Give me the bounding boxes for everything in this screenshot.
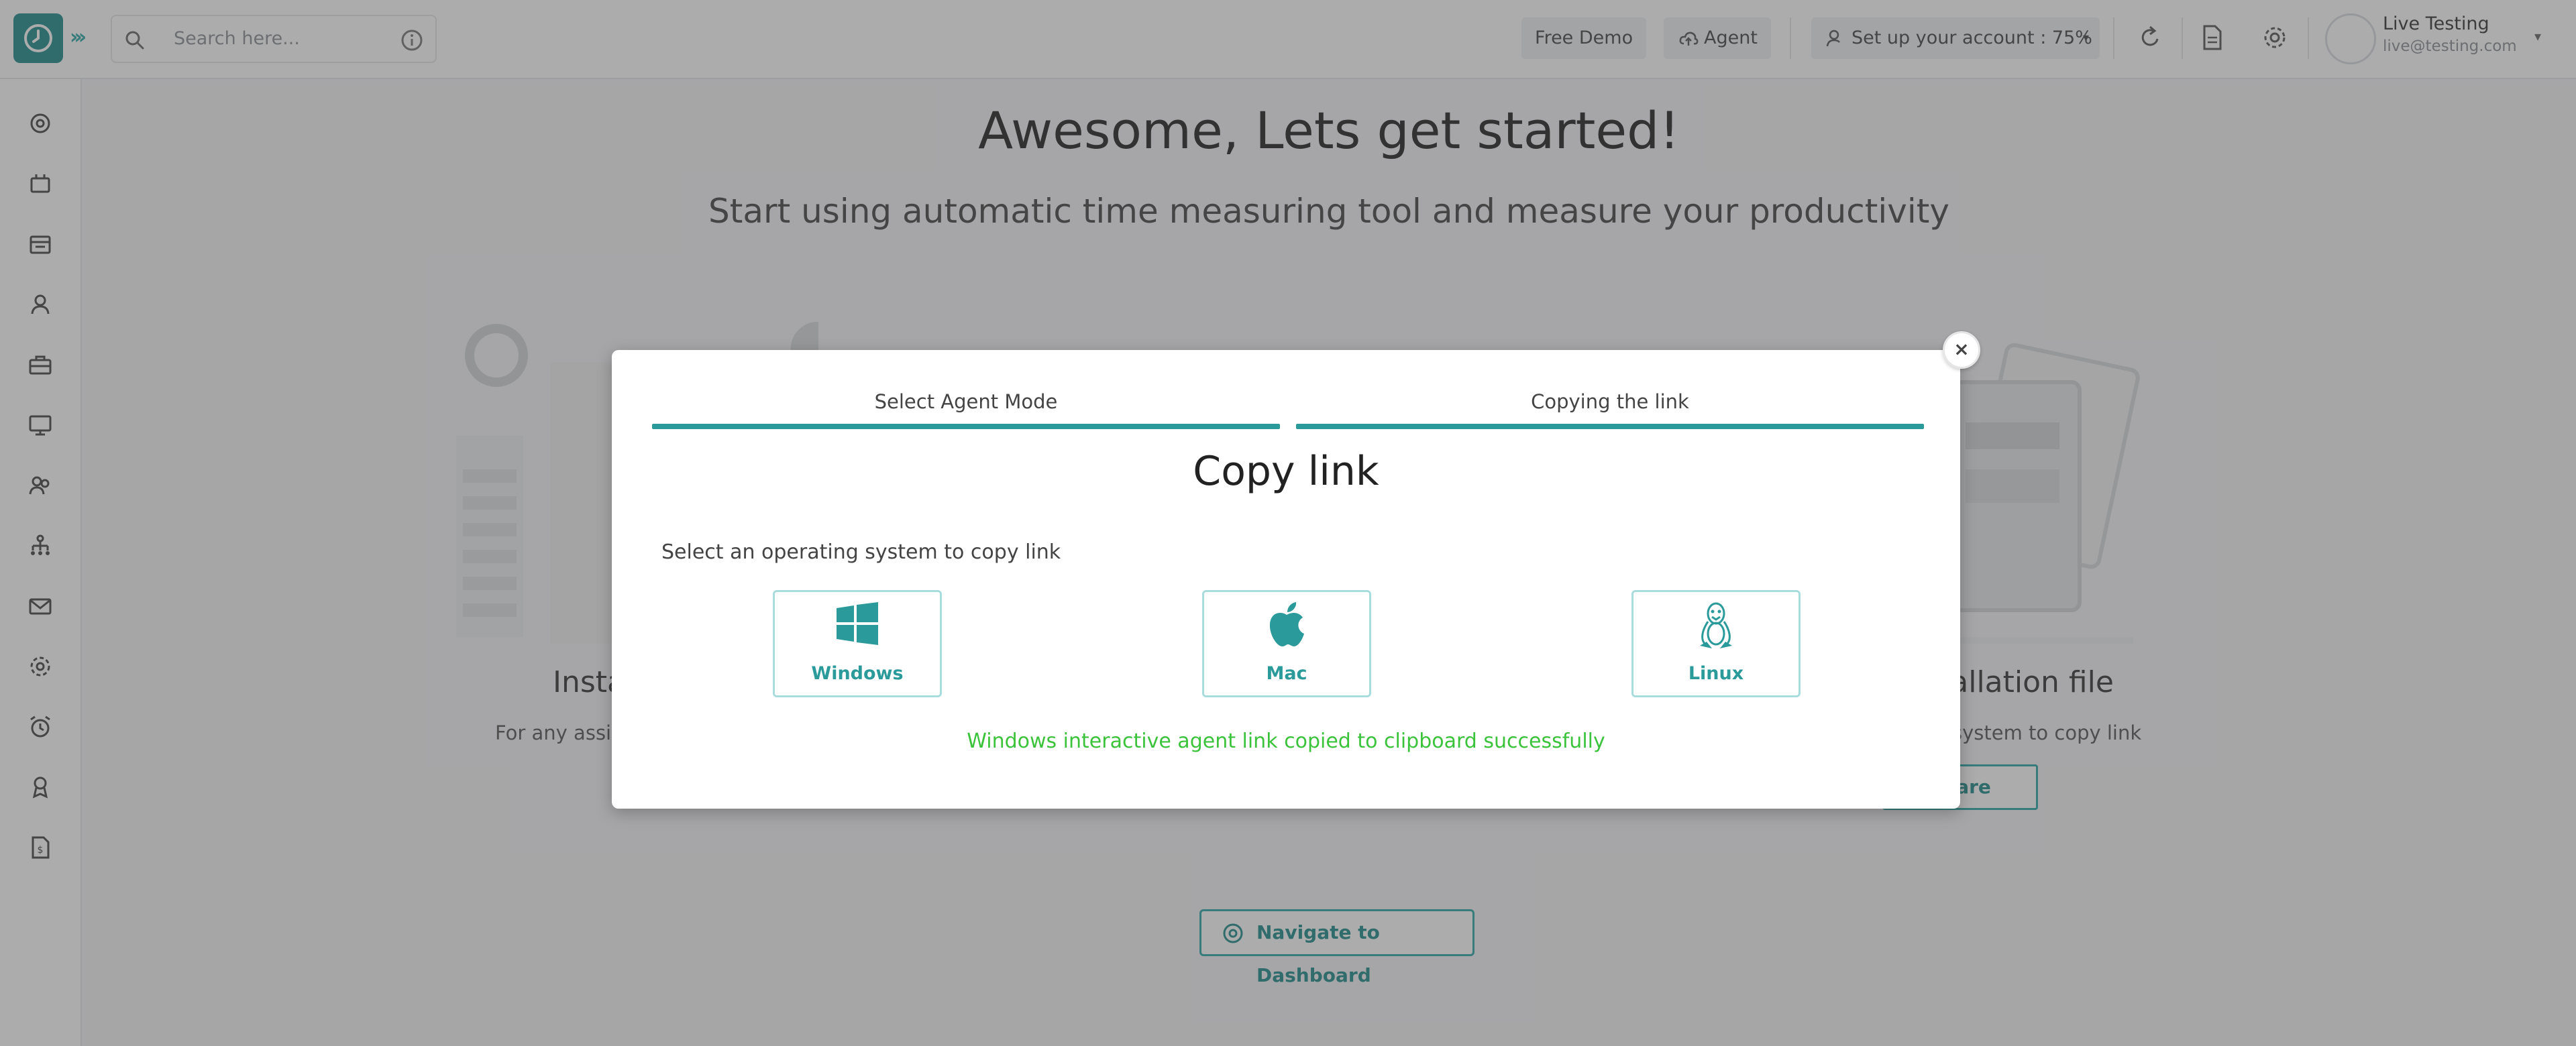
apple-icon [1204, 601, 1369, 651]
step-progress-bar [1296, 424, 1924, 429]
os-instruction: Select an operating system to copy link [661, 540, 1061, 564]
mac-button[interactable]: Mac [1202, 590, 1371, 697]
mac-label: Mac [1266, 663, 1307, 684]
linux-icon [1633, 601, 1799, 654]
close-modal-button[interactable]: × [1943, 331, 1980, 369]
windows-label: Windows [811, 663, 904, 684]
copy-success-message: Windows interactive agent link copied to… [967, 730, 1605, 753]
step-select-agent-mode[interactable]: Select Agent Mode [652, 390, 1280, 413]
linux-button[interactable]: Linux [1631, 590, 1801, 697]
windows-button[interactable]: Windows [773, 590, 942, 697]
step-copying-link[interactable]: Copying the link [1296, 390, 1924, 413]
modal-title: Copy link [1193, 448, 1379, 495]
copy-link-modal: × Select Agent Mode Copying the link Cop… [612, 331, 1980, 809]
windows-icon [775, 601, 940, 648]
linux-label: Linux [1688, 663, 1744, 684]
step-progress-bar [652, 424, 1280, 429]
